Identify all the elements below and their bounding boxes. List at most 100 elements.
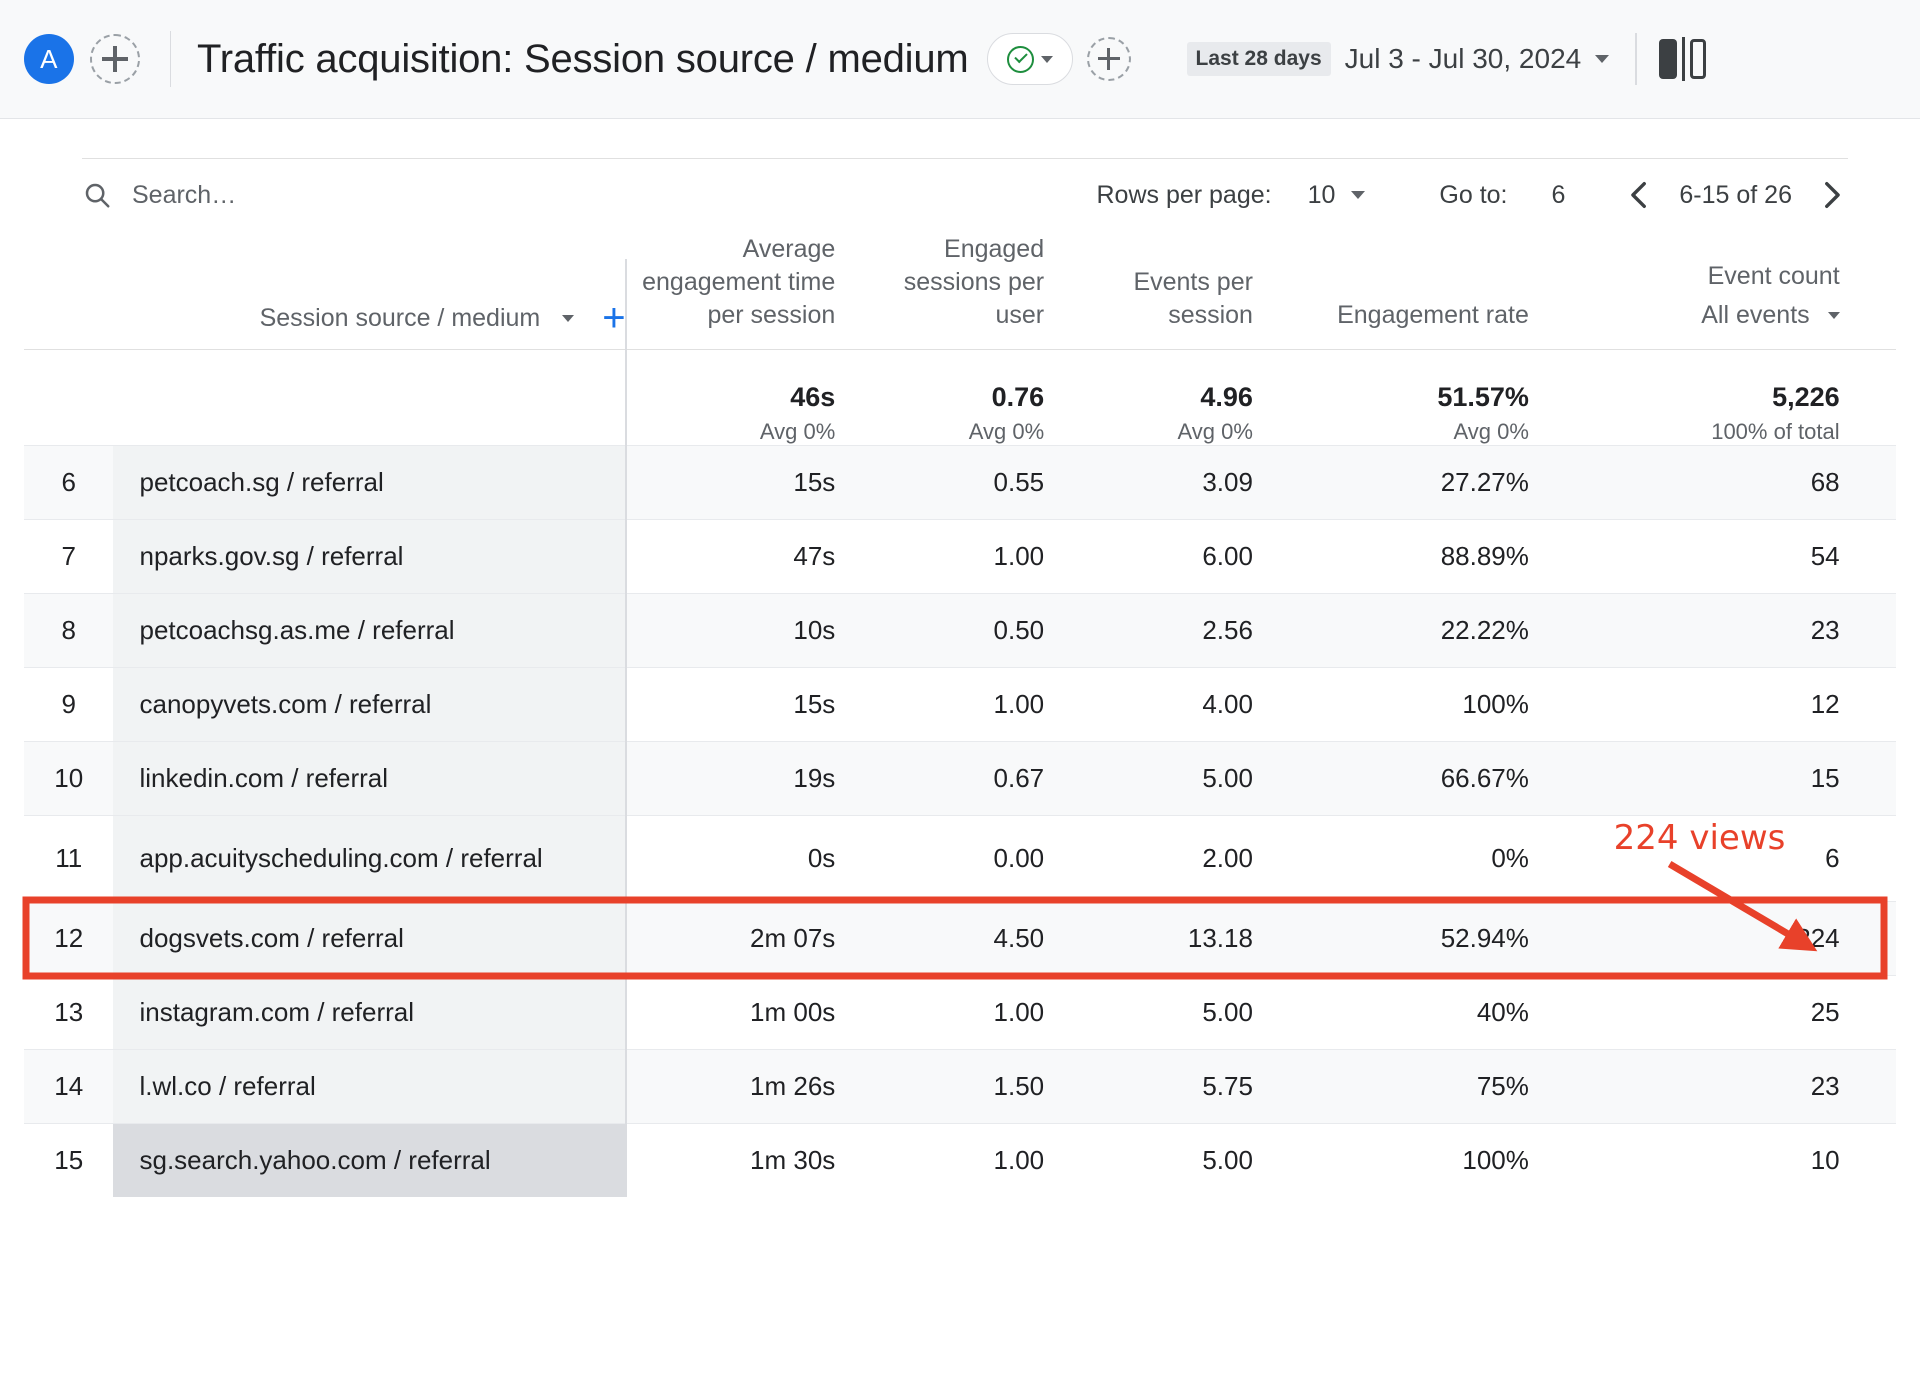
row-pad [1863,1122,1896,1197]
chevron-right-icon[interactable] [1814,178,1848,212]
rows-per-page-label: Rows per page: [1096,180,1272,209]
row-engaged-sessions: 1.00 [859,1122,1069,1197]
row-avg-engagement: 10s [625,592,860,667]
annotation-label: 224 views [1613,818,1786,858]
table-row[interactable]: 13 instagram.com / referral 1m 00s 1.00 5.00… [24,974,1896,1049]
column-header-engagement-rate[interactable]: Engagement rate [1276,231,1553,350]
table-row[interactable]: 12 dogsvets.com / referral 2m 07s 4.50 13.18… [24,900,1896,975]
comparison-status-button[interactable] [986,33,1073,85]
row-dimension[interactable]: petcoachsg.as.me / referral [113,592,626,667]
date-preset-chip: Last 28 days [1186,42,1331,76]
table-row[interactable]: 14 l.wl.co / referral 1m 26s 1.50 5.75 75% 23 [24,1048,1896,1123]
row-dimension[interactable]: linkedin.com / referral [113,740,626,815]
row-dimension[interactable]: app.acuityscheduling.com / referral [113,814,626,901]
chevron-down-icon[interactable] [1827,312,1840,320]
row-dimension[interactable]: sg.search.yahoo.com / referral [113,1122,626,1197]
row-pad [1863,974,1896,1049]
row-pad [1863,444,1896,519]
add-icon[interactable] [90,34,140,84]
avatar[interactable]: A [24,34,74,84]
row-event-count: 68 [1552,444,1864,519]
check-circle-icon [1006,45,1034,73]
column-header-engaged-sessions[interactable]: Engaged sessions per user [859,231,1069,350]
rows-per-page-value[interactable]: 10 [1308,181,1336,210]
row-pad [1863,1048,1896,1123]
row-index: 14 [24,1048,114,1123]
table-row[interactable]: 6 petcoach.sg / referral 15s 0.55 3.09 27.27%… [24,444,1896,519]
row-index: 10 [24,740,114,815]
row-events-per-session: 5.00 [1068,740,1277,815]
column-separator [624,259,627,1197]
row-event-count: 224 [1552,900,1864,975]
row-index: 13 [24,974,114,1049]
row-avg-engagement: 47s [625,518,860,593]
header-divider-2 [1635,33,1638,85]
pagination-controls: Rows per page: 10 Go to: 6 6-15 of 26 [1096,178,1848,212]
total-event-count: 5,226 100% of total [1711,381,1840,444]
goto-input[interactable]: 6 [1552,181,1566,210]
row-engaged-sessions: 0.50 [859,592,1069,667]
report-table: Session source / medium + Average engage… [24,231,1896,1197]
row-events-per-session: 4.00 [1068,666,1277,741]
total-engaged-sessions: 0.76 Avg 0% [968,381,1045,444]
table-row[interactable]: 9 canopyvets.com / referral 15s 1.00 4.00 100… [24,666,1896,741]
total-engagement-rate: 51.57% Avg 0% [1437,381,1529,444]
row-avg-engagement: 15s [625,666,860,741]
row-engagement-rate: 22.22% [1276,592,1553,667]
total-avg-engagement: 46s Avg 0% [759,381,836,444]
search-input[interactable]: Search… [132,181,236,210]
table-row[interactable]: 10 linkedin.com / referral 19s 0.67 5.00 66.6… [24,740,1896,815]
row-avg-engagement: 1m 26s [625,1048,860,1123]
dimension-header-label: Session source / medium [259,303,541,332]
row-avg-engagement: 1m 00s [625,974,860,1049]
chevron-down-icon[interactable] [1351,191,1366,199]
row-dimension[interactable]: canopyvets.com / referral [113,666,626,741]
row-engaged-sessions: 0.67 [859,740,1069,815]
add-dimension-icon[interactable]: + [602,298,625,338]
row-dimension[interactable]: instagram.com / referral [113,974,626,1049]
row-pad [1863,666,1896,741]
plus-icon [102,46,128,72]
table-row[interactable]: 8 petcoachsg.as.me / referral 10s 0.50 2.56 2… [24,592,1896,667]
column-header-events-per-session[interactable]: Events per session [1068,231,1277,350]
row-engaged-sessions: 1.00 [859,974,1069,1049]
row-events-per-session: 5.75 [1068,1048,1277,1123]
row-engaged-sessions: 0.00 [859,814,1069,901]
row-index: 6 [24,444,114,519]
search-icon [85,183,110,208]
row-dimension[interactable]: dogsvets.com / referral [113,900,626,975]
row-engaged-sessions: 1.00 [859,518,1069,593]
totals-row: 46s Avg 0% 0.76 Avg 0% 4.96 Avg 0% 51.57… [24,349,1896,445]
row-events-per-session: 2.00 [1068,814,1277,901]
column-header-avg-engagement[interactable]: Average engagement time per session [625,231,860,350]
row-avg-engagement: 1m 30s [625,1122,860,1197]
row-events-per-session: 5.00 [1068,1122,1277,1197]
row-dimension[interactable]: l.wl.co / referral [113,1048,626,1123]
table-row[interactable]: 15 sg.search.yahoo.com / referral 1m 30s 1.… [24,1122,1896,1197]
row-engagement-rate: 100% [1276,1122,1553,1197]
table-row[interactable]: 7 nparks.gov.sg / referral 47s 1.00 6.00 88.8… [24,518,1896,593]
row-dimension[interactable]: nparks.gov.sg / referral [113,518,626,593]
add-comparison-button[interactable] [1086,37,1131,81]
plus-icon [1097,48,1120,70]
chevron-down-icon[interactable] [562,314,575,322]
event-count-selector[interactable]: All events [1701,299,1809,332]
column-header-event-count-label: Event count [1707,262,1840,290]
table-head: Session source / medium + Average engage… [24,231,1896,445]
side-panel-icon[interactable] [1659,37,1707,81]
row-engaged-sessions: 0.55 [859,444,1069,519]
search-box[interactable]: Search… [82,180,236,210]
date-range-text: Jul 3 - Jul 30, 2024 [1344,43,1582,74]
row-engagement-rate: 100% [1276,666,1553,741]
row-engaged-sessions: 4.50 [859,900,1069,975]
date-range-selector[interactable]: Last 28 days Jul 3 - Jul 30, 2024 [1186,42,1610,76]
row-avg-engagement: 19s [625,740,860,815]
dimension-header-cell[interactable]: Session source / medium + [113,231,626,350]
column-header-event-count[interactable]: Event count All events [1552,231,1864,350]
row-dimension[interactable]: petcoach.sg / referral [113,444,626,519]
chevron-left-icon[interactable] [1623,178,1657,212]
row-pad [1863,900,1896,975]
row-event-count: 10 [1552,1122,1864,1197]
row-engagement-rate: 0% [1276,814,1553,901]
row-events-per-session: 3.09 [1068,444,1277,519]
